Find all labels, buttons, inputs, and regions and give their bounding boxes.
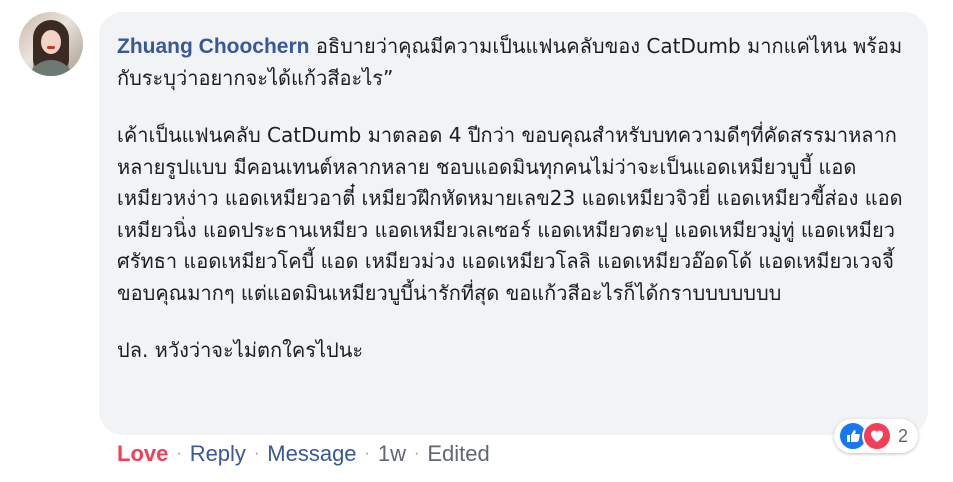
comment-bubble: Zhuang Choochern อธิบายว่าคุณมีความเป็นแ… [99, 12, 928, 435]
reaction-count: 2 [898, 425, 909, 446]
separator: · [414, 445, 420, 462]
love-button[interactable]: Love [117, 440, 168, 468]
separator: · [364, 445, 370, 462]
love-icon [862, 421, 892, 451]
separator: · [253, 445, 260, 462]
timestamp[interactable]: 1w [378, 440, 406, 468]
avatar[interactable] [19, 12, 83, 76]
message-button[interactable]: Message [267, 440, 356, 468]
comment-actions: Love · Reply · Message · 1w · Edited [117, 440, 490, 468]
avatar-face [41, 30, 61, 54]
author-name[interactable]: Zhuang Choochern [117, 35, 310, 58]
edited-label[interactable]: Edited [427, 440, 489, 468]
comment-body: เค้าเป็นแฟนคลับ CatDumb มาตลอด 4 ปีกว่า … [117, 123, 903, 305]
comment-question: Zhuang Choochern อธิบายว่าคุณมีความเป็นแ… [117, 31, 910, 94]
reply-button[interactable]: Reply [190, 440, 246, 468]
separator: · [176, 445, 182, 462]
avatar-lips [47, 46, 55, 49]
comment-ps: ปล. หวังว่าจะไม่ตกใครไปนะ [117, 338, 364, 362]
reaction-summary[interactable]: 2 [834, 419, 919, 453]
